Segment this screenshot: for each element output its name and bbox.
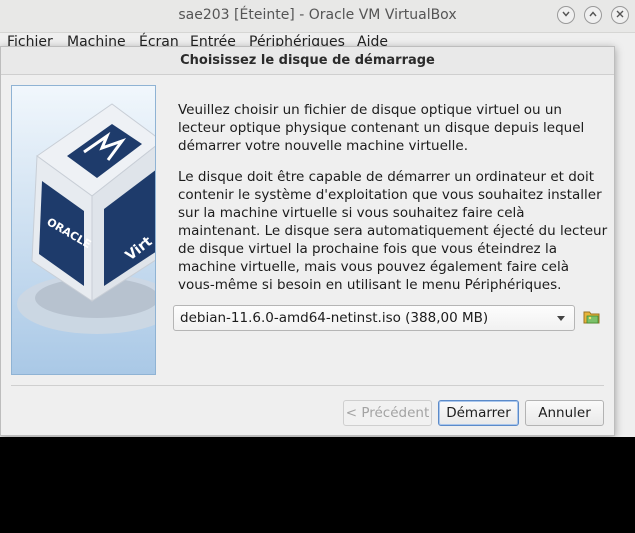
- close-button[interactable]: [611, 6, 629, 24]
- minimize-button[interactable]: [557, 6, 575, 24]
- dialog-description: Veuillez choisir un fichier de disque op…: [178, 101, 608, 307]
- window-title: sae203 [Éteinte] - Oracle VM VirtualBox: [178, 7, 457, 23]
- chevron-down-icon: [562, 10, 570, 20]
- chevron-up-icon: [589, 10, 597, 20]
- window-titlebar: sae203 [Éteinte] - Oracle VM VirtualBox: [0, 0, 635, 33]
- description-paragraph-1: Veuillez choisir un fichier de disque op…: [178, 102, 585, 154]
- choose-disk-file-button[interactable]: [583, 308, 603, 328]
- dialog-separator: [11, 385, 604, 386]
- disk-select[interactable]: debian-11.6.0-amd64-netinst.iso (388,00 …: [173, 305, 575, 331]
- start-disk-dialog: Choisissez le disque de démarrage ORACLE: [0, 46, 615, 436]
- virtualbox-logo-image: ORACLE Virt: [11, 85, 156, 375]
- close-icon: [616, 10, 624, 21]
- start-button[interactable]: Démarrer: [438, 400, 519, 426]
- chevron-down-icon: [557, 316, 565, 321]
- disk-select-value: debian-11.6.0-amd64-netinst.iso (388,00 …: [180, 310, 489, 326]
- dialog-title: Choisissez le disque de démarrage: [1, 47, 614, 75]
- cancel-button[interactable]: Annuler: [525, 400, 604, 426]
- previous-button[interactable]: < Précédent: [343, 400, 432, 426]
- maximize-button[interactable]: [584, 6, 602, 24]
- folder-icon: [583, 311, 601, 330]
- description-paragraph-2: Le disque doit être capable de démarrer …: [178, 169, 608, 293]
